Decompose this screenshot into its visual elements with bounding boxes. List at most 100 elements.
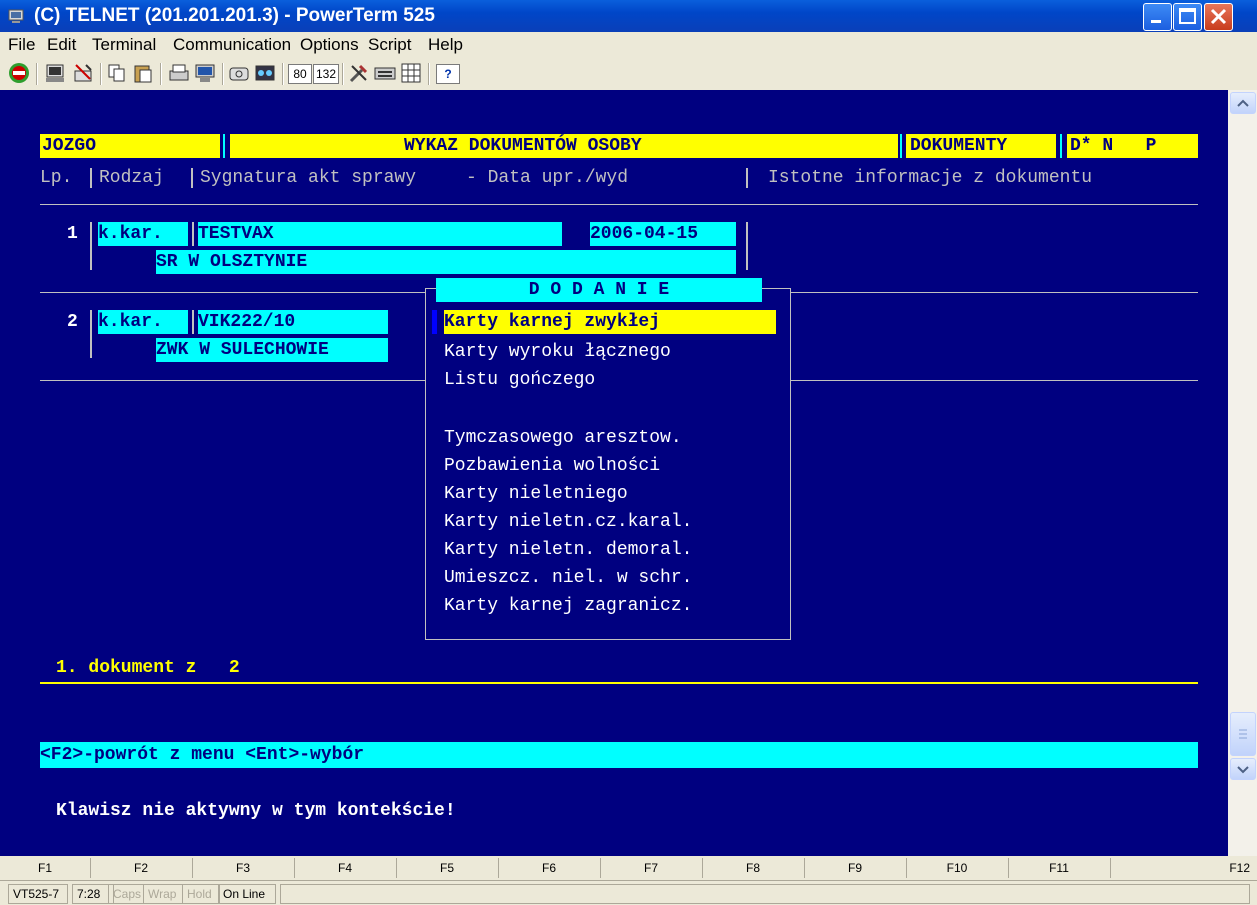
col-sep xyxy=(90,168,92,188)
menu-terminal[interactable]: Terminal xyxy=(92,35,156,55)
hint-bar: <F2>-powrót z menu <Ent>-wybór xyxy=(40,742,1198,768)
menu-help[interactable]: Help xyxy=(428,35,463,55)
popup-item[interactable]: Karty wyroku łącznego xyxy=(444,340,671,364)
terminal-screen[interactable]: JOZGO WYKAZ DOKUMENTÓW OSOBY DOKUMENTY D… xyxy=(0,90,1228,856)
f4-key[interactable]: F4 xyxy=(294,858,397,878)
row-sep xyxy=(90,222,92,270)
popup-item[interactable]: Karty nieletn.cz.karal. xyxy=(444,510,692,534)
vertical-scrollbar[interactable] xyxy=(1228,90,1257,856)
cols-132-button[interactable]: 132 xyxy=(313,64,339,84)
tape-icon[interactable] xyxy=(254,62,276,84)
settings-tools-icon[interactable] xyxy=(348,62,370,84)
popup-title: D O D A N I E xyxy=(436,278,762,302)
row-rodzaj[interactable]: k.kar. xyxy=(98,222,188,246)
col-sygnatura: Sygnatura akt sprawy xyxy=(200,168,417,188)
f8-key[interactable]: F8 xyxy=(702,858,805,878)
f5-key[interactable]: F5 xyxy=(396,858,499,878)
f10-key[interactable]: F10 xyxy=(906,858,1009,878)
f7-key[interactable]: F7 xyxy=(600,858,703,878)
row-sep xyxy=(192,310,194,334)
popup-item[interactable]: Karty nieletn. demoral. xyxy=(444,538,692,562)
header-user: JOZGO xyxy=(42,136,97,156)
row-lp: 2 xyxy=(67,312,78,332)
popup-item[interactable]: Pozbawienia wolności xyxy=(444,454,660,478)
terminal-app-icon xyxy=(8,9,24,23)
col-sep xyxy=(746,168,748,188)
menu-communication[interactable]: Communication xyxy=(173,35,291,55)
popup-item[interactable]: Umieszcz. niel. w schr. xyxy=(444,566,692,590)
f12-key[interactable]: F12 xyxy=(1110,858,1250,878)
menu-script[interactable]: Script xyxy=(368,35,411,55)
maximize-button[interactable] xyxy=(1173,3,1202,31)
col-info: Istotne informacje z dokumentu xyxy=(768,168,1093,188)
popup-item[interactable]: Karty karnej zagranicz. xyxy=(444,594,692,618)
row-sad[interactable]: SR W OLSZTYNIE xyxy=(156,250,736,274)
close-icon xyxy=(1210,8,1227,25)
col-lp: Lp. xyxy=(40,168,73,188)
f6-key[interactable]: F6 xyxy=(498,858,601,878)
hold-status: Hold xyxy=(182,884,220,904)
menu-bar: File Edit Terminal Communication Options… xyxy=(0,32,1257,58)
grid-icon[interactable] xyxy=(400,62,422,84)
popup-item[interactable]: Listu gończego xyxy=(444,368,595,392)
document-counter: 1. dokument z 2 xyxy=(56,658,240,678)
header-title: WYKAZ DOKUMENTÓW OSOBY xyxy=(404,136,642,156)
separator-line xyxy=(40,204,1198,205)
row-sygnatura[interactable]: TESTVAX xyxy=(198,222,562,246)
caps-status: Caps xyxy=(108,884,144,904)
minimize-button[interactable] xyxy=(1143,3,1172,31)
f1-key[interactable]: F1 xyxy=(0,858,91,878)
chevron-up-icon xyxy=(1237,99,1249,107)
popup-item[interactable]: Tymczasowego aresztow. xyxy=(444,426,682,450)
row-rodzaj[interactable]: k.kar. xyxy=(98,310,188,334)
maximize-icon xyxy=(1179,8,1196,24)
cols-80-button[interactable]: 80 xyxy=(288,64,312,84)
popup-item-selected[interactable]: Karty karnej zwykłej xyxy=(444,310,776,334)
function-key-bar: F1 F2 F3 F4 F5 F6 F7 F8 F9 F10 F11 F12 xyxy=(0,856,1257,880)
popup-item[interactable]: Karty nieletniego xyxy=(444,482,628,506)
row-sygnatura[interactable]: VIK222/10 xyxy=(198,310,388,334)
f11-key[interactable]: F11 xyxy=(1008,858,1111,878)
connect-icon[interactable] xyxy=(44,62,66,84)
emulation-status: VT525-7 xyxy=(8,884,68,904)
f3-key[interactable]: F3 xyxy=(192,858,295,878)
disconnect-icon[interactable] xyxy=(72,62,94,84)
scroll-up-button[interactable] xyxy=(1230,92,1256,114)
row-sad[interactable]: ZWK W SULECHOWIE xyxy=(156,338,388,362)
f9-key[interactable]: F9 xyxy=(804,858,907,878)
status-bar: VT525-7 7:28 Caps Wrap Hold On Line xyxy=(0,880,1257,905)
title-bar[interactable]: (C) TELNET (201.201.201.3) - PowerTerm 5… xyxy=(0,0,1257,32)
menu-file[interactable]: File xyxy=(8,35,35,55)
toolbar: 80 132 ? xyxy=(0,58,1257,91)
row-sep xyxy=(746,222,748,270)
col-rodzaj: Rodzaj xyxy=(99,168,164,188)
close-button[interactable] xyxy=(1204,3,1233,31)
stop-icon[interactable] xyxy=(8,62,30,84)
row-lp: 1 xyxy=(67,224,78,244)
header-sep-1 xyxy=(223,134,225,158)
status-message: Klawisz nie aktywny w tym kontekście! xyxy=(56,801,456,821)
wrap-status: Wrap xyxy=(143,884,183,904)
f2-key[interactable]: F2 xyxy=(90,858,193,878)
online-status: On Line xyxy=(218,884,276,904)
paste-icon[interactable] xyxy=(132,62,154,84)
print-icon[interactable] xyxy=(168,62,190,84)
scroll-down-button[interactable] xyxy=(1230,758,1256,780)
yellow-separator xyxy=(40,682,1198,684)
header-flags: D* N P xyxy=(1070,136,1157,156)
copy-icon[interactable] xyxy=(106,62,128,84)
keyboard-icon[interactable] xyxy=(374,62,396,84)
chevron-down-icon xyxy=(1237,766,1249,774)
menu-edit[interactable]: Edit xyxy=(47,35,76,55)
menu-cursor xyxy=(432,310,437,334)
scroll-thumb[interactable] xyxy=(1230,712,1256,756)
row-data[interactable]: 2006-04-15 xyxy=(590,222,736,246)
phone-icon[interactable] xyxy=(228,62,250,84)
help-button[interactable]: ? xyxy=(436,64,460,84)
col-sep xyxy=(191,168,193,188)
menu-options[interactable]: Options xyxy=(300,35,359,55)
header-sep-2 xyxy=(900,134,902,158)
status-empty-panel xyxy=(280,884,1250,904)
print-screen-icon[interactable] xyxy=(194,62,216,84)
col-data: - Data upr./wyd xyxy=(466,168,629,188)
